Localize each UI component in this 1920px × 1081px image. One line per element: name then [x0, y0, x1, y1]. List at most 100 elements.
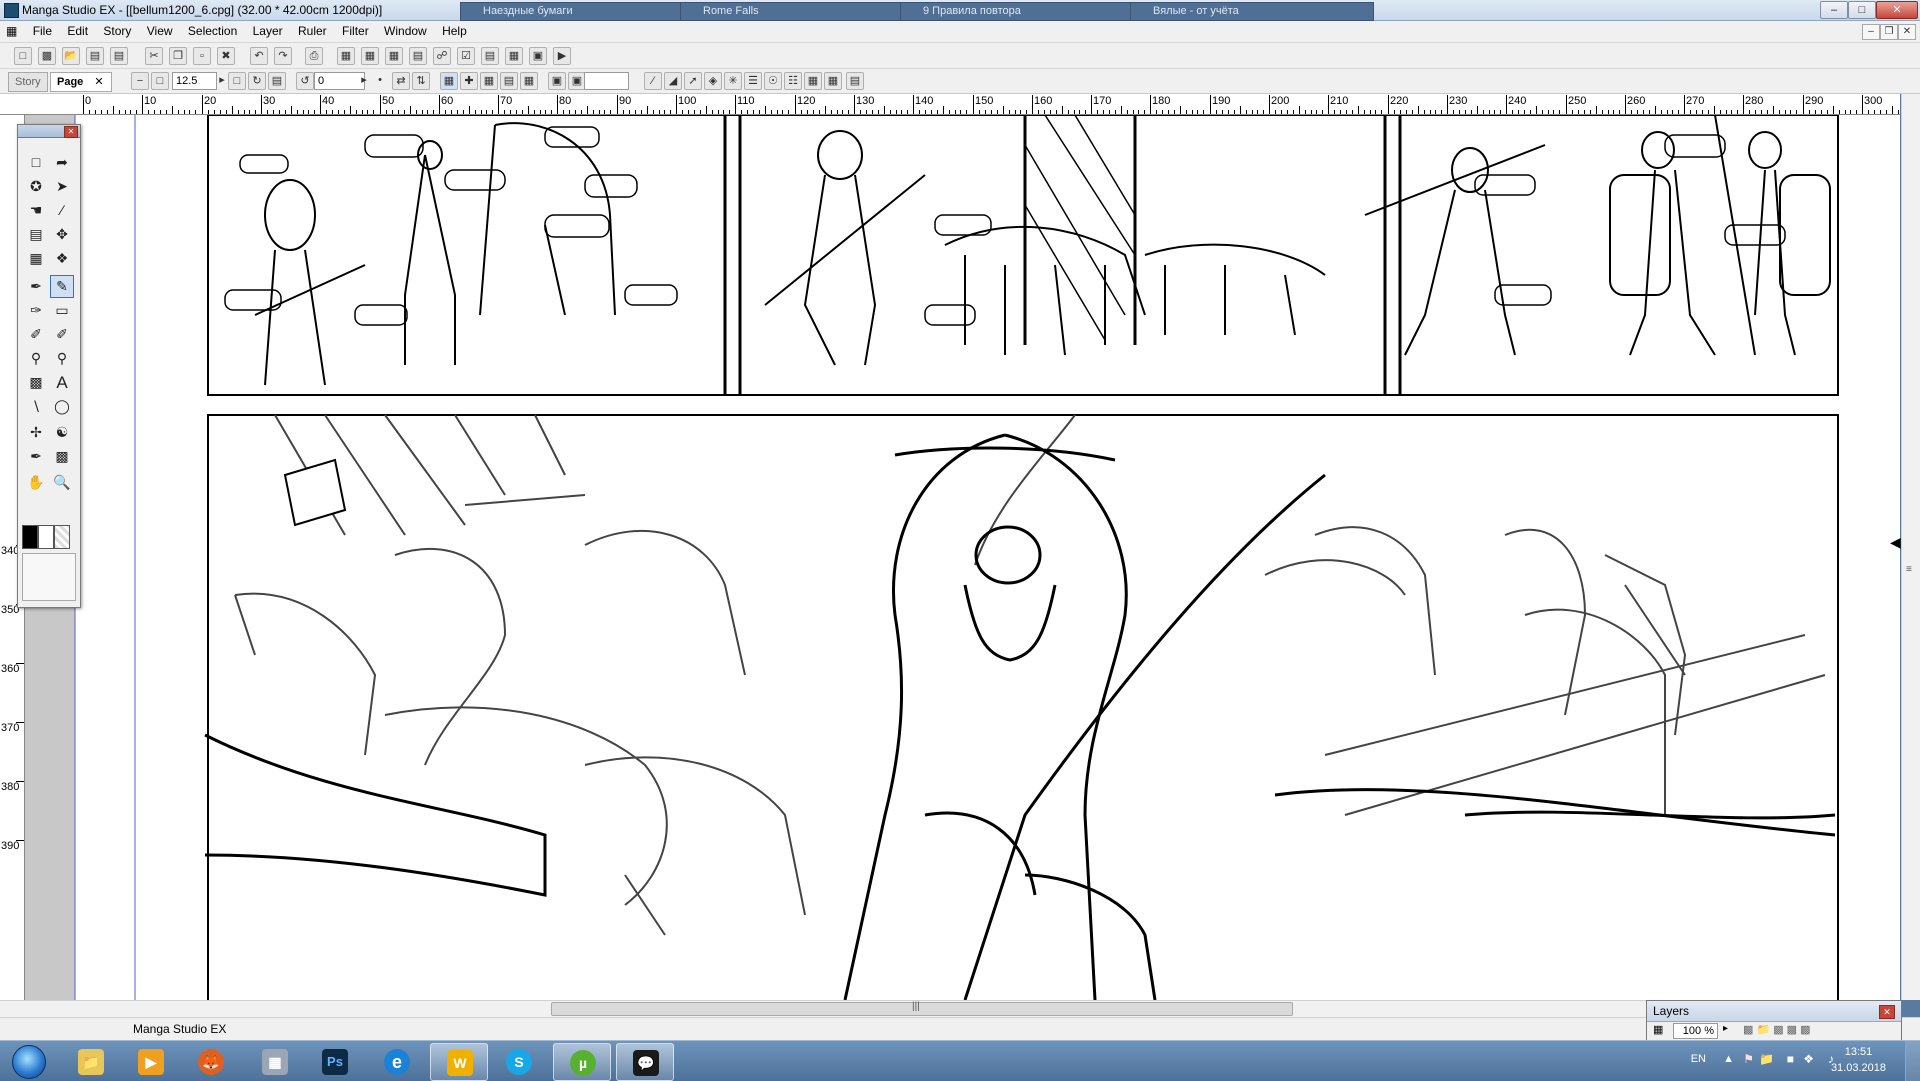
hatch-icon[interactable]: ☷ [784, 72, 802, 90]
show-layer-icon[interactable]: ▦ [440, 72, 458, 90]
taskbar-internet-explorer[interactable]: e [368, 1043, 424, 1079]
tools-palette-header[interactable]: ✕ [18, 125, 80, 138]
ruler-curve-icon[interactable]: ➚ [684, 72, 702, 90]
save-icon[interactable]: ▤ [86, 47, 104, 65]
tab-page[interactable]: Page ✕ [50, 72, 112, 92]
flip-horizontal-icon[interactable]: ⇄ [392, 72, 410, 90]
hand-transform-icon[interactable]: ∕ [50, 199, 74, 222]
stamp-icon[interactable]: ▩ [50, 445, 74, 468]
taskbar-writer[interactable]: W [430, 1043, 488, 1081]
paste-icon[interactable]: ▫ [193, 47, 211, 65]
rotate-icon[interactable]: ↺ [296, 72, 314, 90]
taskbar-photoshop[interactable]: Ps [306, 1043, 362, 1079]
flip-vertical-icon[interactable]: ⇅ [412, 72, 430, 90]
menu-layer[interactable]: Layer [247, 21, 289, 42]
menu-window[interactable]: Window [378, 21, 433, 42]
rulers-icon[interactable]: ▦ [480, 72, 498, 90]
layer-view-icon[interactable]: ▦ [385, 47, 403, 65]
palette-icon[interactable]: ▦ [505, 47, 523, 65]
horizontal-ruler[interactable]: 0 10 20 30 40 50 60 70 80 90 100 110 120 130 140 150 160… [0, 94, 1916, 115]
color-white-swatch[interactable] [38, 525, 54, 549]
ruler-panel-icon[interactable]: ▤ [846, 72, 864, 90]
opacity-arrow-icon[interactable]: ▸ [1723, 1023, 1728, 1034]
color-black-swatch[interactable] [22, 525, 38, 549]
maximize-button[interactable]: □ [1848, 1, 1876, 19]
vscroll-grip-icon[interactable]: ≡ [1906, 564, 1912, 575]
taskbar-manga-studio[interactable]: 💬 [616, 1043, 674, 1081]
taskbar-utorrent[interactable]: µ [553, 1043, 611, 1081]
fit-window-icon[interactable]: ✚ [460, 72, 478, 90]
usb-icon[interactable]: ■ [1787, 1052, 1794, 1066]
fill-icon[interactable]: ⚲ [24, 347, 48, 370]
marker-icon[interactable]: ✑ [24, 299, 48, 322]
pick-icon[interactable]: ✒ [24, 445, 48, 468]
close-button[interactable]: ✕ [1876, 1, 1918, 19]
brush-icon[interactable]: ✐ [24, 323, 48, 346]
tab-page-close-icon[interactable]: ✕ [94, 76, 103, 88]
text-icon[interactable]: A [50, 371, 74, 394]
snap-value-field[interactable] [584, 72, 629, 90]
pattern-icon[interactable]: ▦ [824, 72, 842, 90]
new-story-icon[interactable]: ▩ [38, 47, 56, 65]
layers-palette-header[interactable]: Layers ✕ [1647, 1001, 1901, 1022]
tab-story[interactable]: Story [8, 72, 48, 92]
zoom-out-icon[interactable]: − [131, 72, 149, 90]
background-window-tab[interactable]: Наездные бумаги [460, 2, 694, 21]
show-desktop-button[interactable] [1905, 1041, 1920, 1081]
dropbox-icon[interactable]: ❖ [1803, 1052, 1814, 1066]
menu-ruler[interactable]: Ruler [292, 21, 333, 42]
zoom-layer-icon[interactable]: ❖ [50, 247, 74, 270]
navigator-icon[interactable]: ▤ [481, 47, 499, 65]
layers-close-icon[interactable]: ✕ [1879, 1005, 1895, 1019]
line-icon[interactable]: ∖ [24, 395, 48, 418]
hand-icon[interactable]: ✋ [24, 471, 48, 494]
minimize-button[interactable]: – [1820, 1, 1848, 19]
print-icon[interactable]: ⎙ [305, 47, 323, 65]
marquee-icon[interactable]: □ [24, 151, 48, 174]
background-window-tab[interactable]: 9 Правила повтора [900, 2, 1144, 21]
tray-expand-icon[interactable]: ▲ [1723, 1053, 1734, 1065]
link-icon[interactable]: ☍ [433, 47, 451, 65]
taskbar-skype[interactable]: S [490, 1043, 546, 1079]
save-as-icon[interactable]: ▤ [110, 47, 128, 65]
menu-view[interactable]: View [141, 21, 179, 42]
menu-selection[interactable]: Selection [182, 21, 243, 42]
snap-icon[interactable]: ▣ [548, 72, 566, 90]
pattern-fill-icon[interactable]: ⚲ [50, 347, 74, 370]
correction-icon[interactable]: ✐ [50, 323, 74, 346]
taskbar-calculator[interactable]: ▦ [246, 1043, 302, 1079]
ruler-icon[interactable]: ▤ [24, 223, 48, 246]
move-icon[interactable]: ☚ [24, 199, 48, 222]
copy-icon[interactable]: ❐ [169, 47, 187, 65]
undo-icon[interactable]: ↶ [250, 47, 268, 65]
vertical-scrollbar[interactable]: ≡ ◀ [1890, 94, 1920, 1000]
magic-wand-icon[interactable]: ✪ [24, 175, 48, 198]
page-icon[interactable]: □ [228, 72, 246, 90]
focus-line-icon[interactable]: ☉ [764, 72, 782, 90]
menu-story[interactable]: Story [97, 21, 137, 42]
properties-icon[interactable]: ▤ [409, 47, 427, 65]
move-layer-icon[interactable]: ✥ [50, 223, 74, 246]
pen-icon[interactable]: ✒ [24, 275, 48, 298]
rotate-reset-icon[interactable]: • [372, 72, 388, 88]
redo-icon[interactable]: ↷ [274, 47, 292, 65]
menu-file[interactable]: File [27, 21, 58, 42]
grid-toggle-icon[interactable]: ▦ [804, 72, 822, 90]
background-window-tab[interactable]: Вялые - от учёта [1130, 2, 1374, 21]
mdi-minimize-button[interactable]: – [1862, 24, 1880, 40]
taskbar-explorer[interactable]: 📁 [62, 1043, 118, 1079]
menu-edit[interactable]: Edit [61, 21, 94, 42]
background-window-tab[interactable]: Rome Falls [680, 2, 914, 21]
select-object-icon[interactable]: ➤ [50, 175, 74, 198]
pencil-icon[interactable]: ✎ [50, 275, 74, 298]
layer-tools-icons[interactable]: ▩ 📁 ▩ ▩ ▩ [1743, 1023, 1811, 1036]
canvas-area[interactable] [25, 115, 1900, 1000]
fit-icon[interactable]: □ [151, 72, 169, 90]
language-indicator[interactable]: EN [1691, 1053, 1706, 1065]
ruler-slope-icon[interactable]: ◢ [664, 72, 682, 90]
action-center-icon[interactable]: ⚑ [1743, 1052, 1754, 1066]
story-view-icon[interactable]: ▦ [361, 47, 379, 65]
lasso-icon[interactable]: ➦ [50, 151, 74, 174]
rotate-page-icon[interactable]: ↻ [248, 72, 266, 90]
play-icon[interactable]: ▶ [553, 47, 571, 65]
